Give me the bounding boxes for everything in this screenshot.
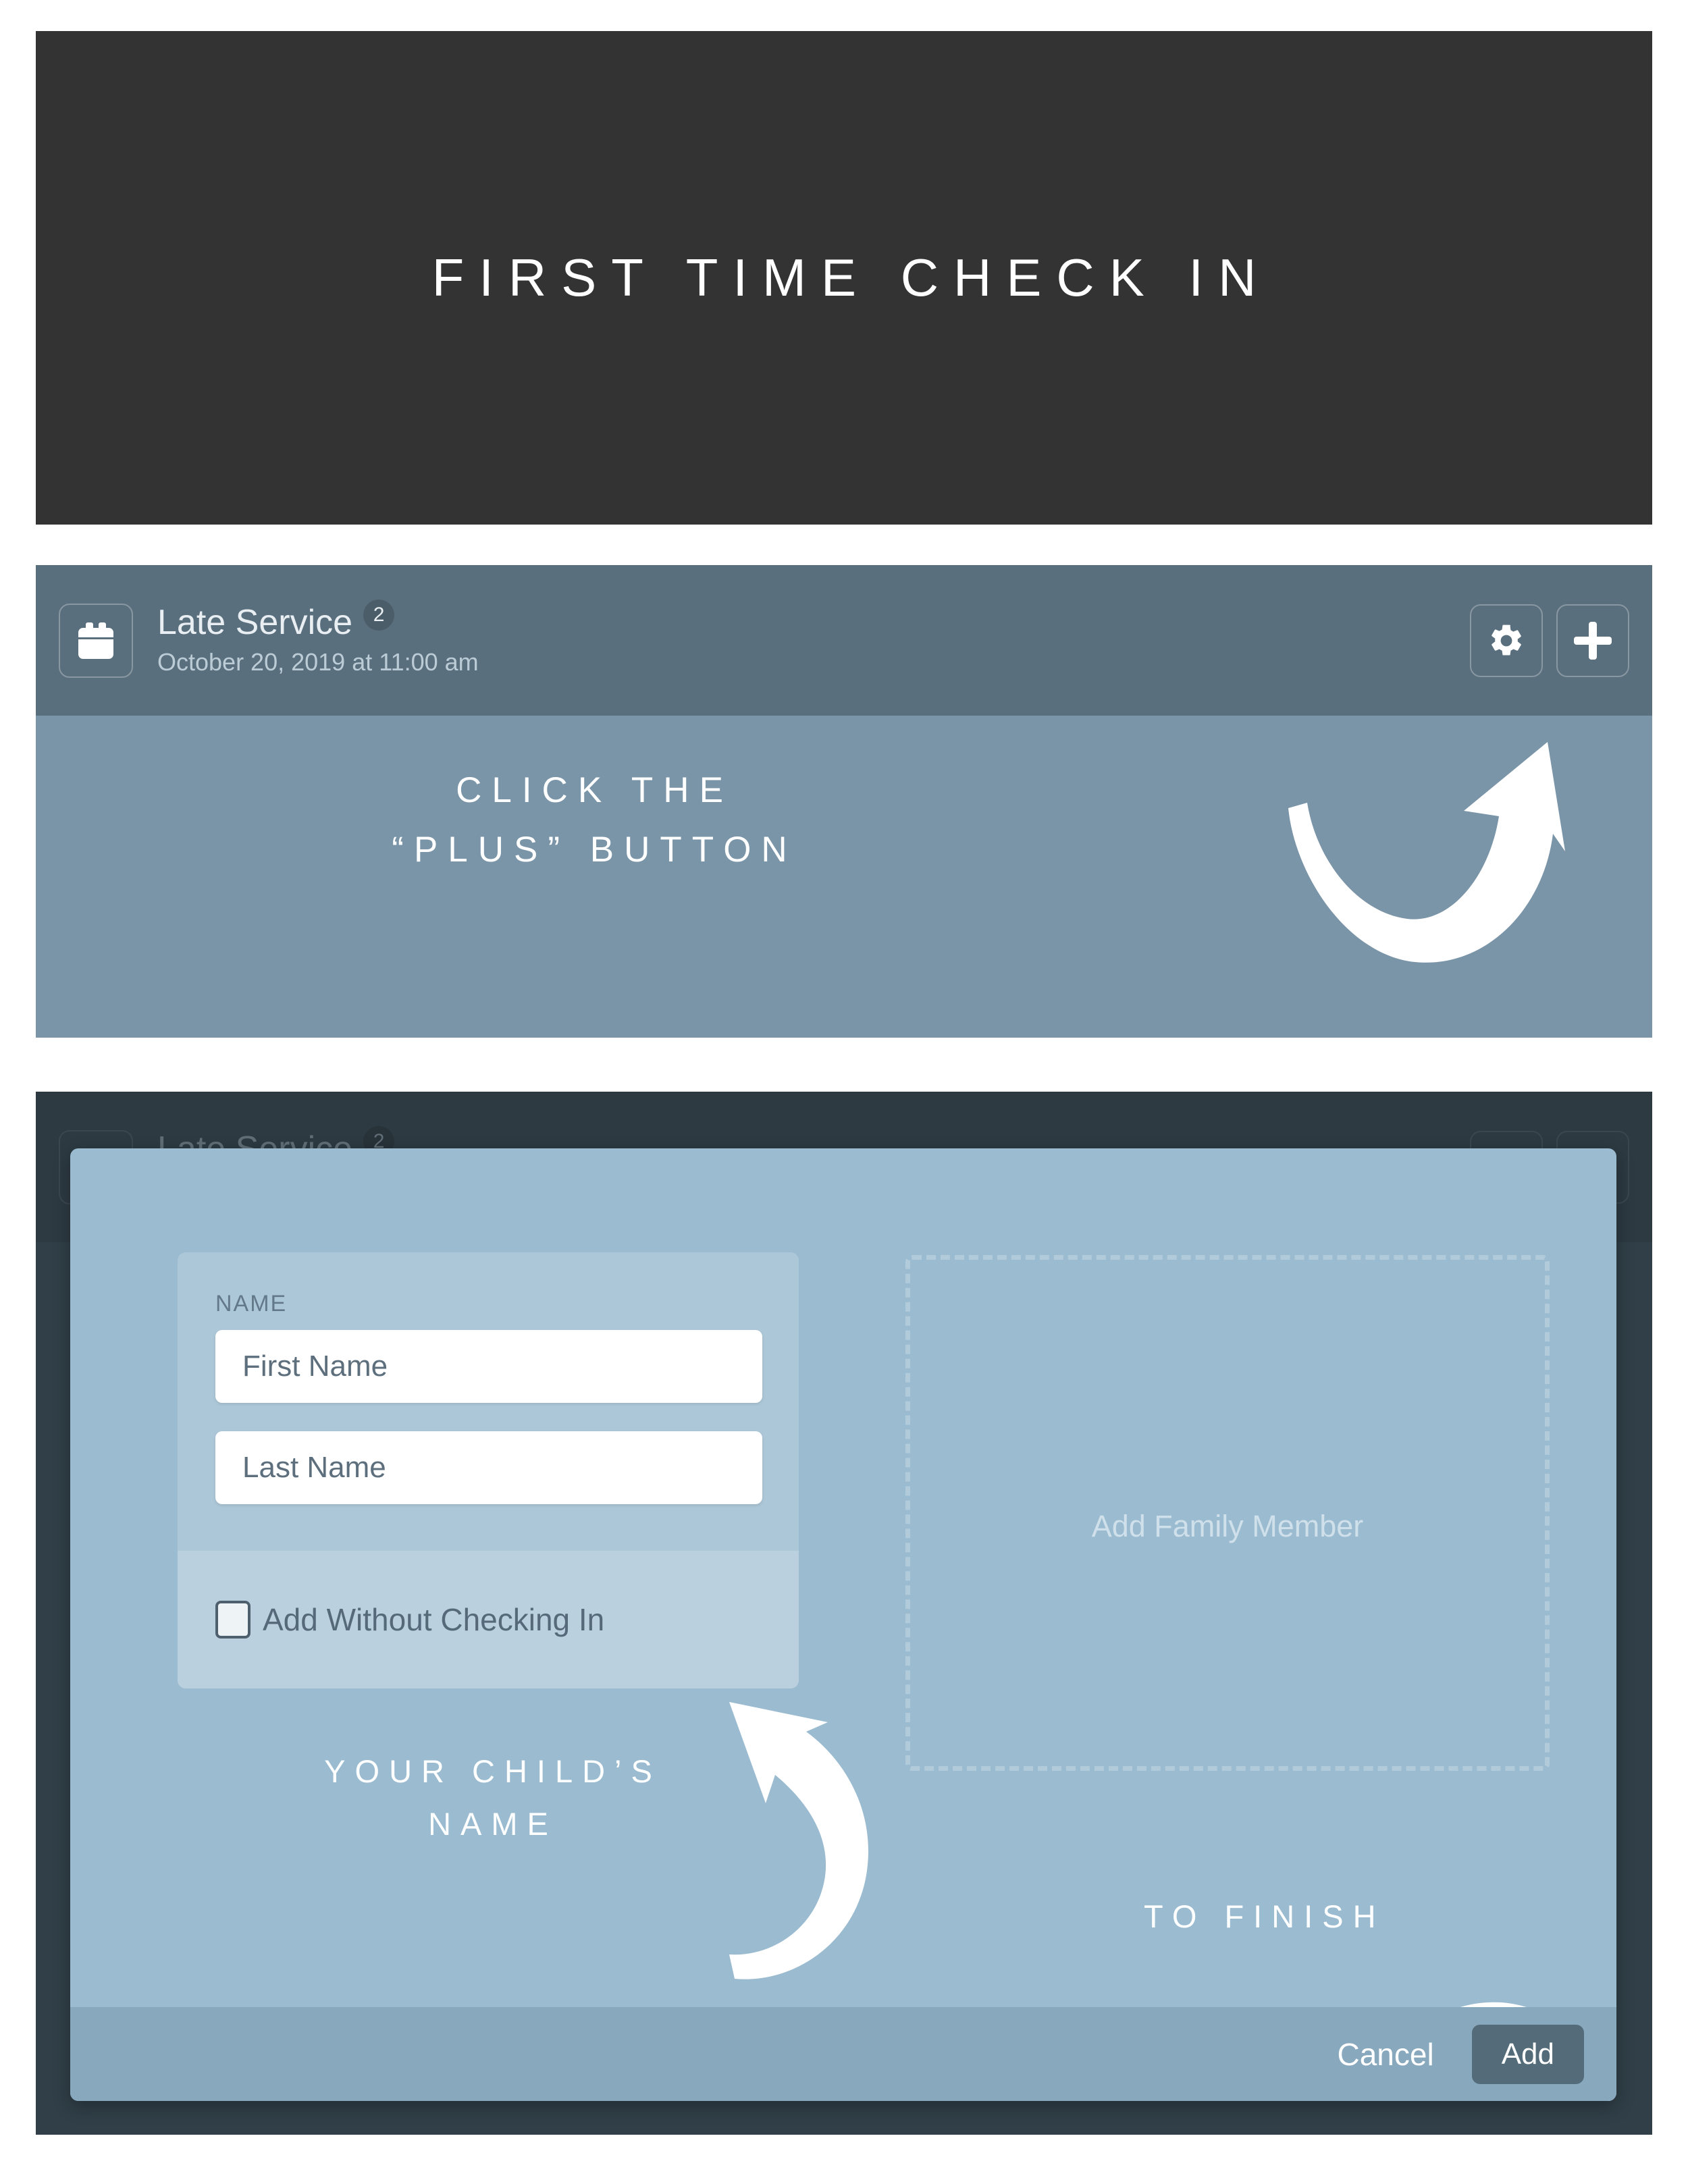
last-name-input[interactable]: Last Name [215, 1431, 762, 1504]
add-confirm-button[interactable]: Add [1471, 2024, 1584, 2084]
service-info: Late Service 2 October 20, 2019 at 11:00… [157, 599, 479, 676]
add-family-member-label: Add Family Member [1091, 1509, 1364, 1543]
modal-footer: Cancel Add [70, 2007, 1616, 2101]
add-without-checking-in-label: Add Without Checking In [263, 1602, 605, 1637]
child-name-instruction-line-2: NAME [428, 1806, 558, 1842]
first-name-input[interactable]: First Name [215, 1330, 762, 1403]
title-banner: FIRST TIME CHECK IN [36, 31, 1652, 525]
step-add-child-panel: Late Service 2 October 20, 2019 at 11:00… [36, 1092, 1652, 2135]
add-button[interactable] [1556, 604, 1629, 677]
add-person-modal: NAME First Name Last Name Add Without Ch… [70, 1148, 1616, 2101]
name-form-card: NAME First Name Last Name Add Without Ch… [178, 1252, 799, 1688]
modal-body: NAME First Name Last Name Add Without Ch… [70, 1148, 1616, 2101]
service-name: Late Service [157, 602, 353, 642]
add-family-member-dropzone[interactable]: Add Family Member [905, 1255, 1550, 1771]
page-title: FIRST TIME CHECK IN [431, 248, 1271, 307]
finish-instruction: TO FINISH [1144, 1898, 1386, 1934]
settings-button[interactable] [1470, 604, 1543, 677]
calendar-button[interactable] [59, 603, 133, 678]
gear-icon [1492, 624, 1521, 656]
child-name-instruction-line-1: YOUR CHILD’S [324, 1753, 662, 1789]
add-without-checking-in-checkbox[interactable] [215, 1601, 250, 1639]
click-instruction-line-2: “PLUS” BUTTON [392, 829, 797, 870]
step-click-plus-panel: Late Service 2 October 20, 2019 at 11:00… [36, 565, 1652, 1038]
plus-icon [1574, 621, 1612, 660]
service-date: October 20, 2019 at 11:00 am [157, 647, 479, 676]
add-without-checking-in-row[interactable]: Add Without Checking In [178, 1551, 799, 1688]
service-count-badge: 2 [363, 599, 395, 631]
cancel-button[interactable]: Cancel [1338, 2036, 1434, 2073]
app-header: Late Service 2 October 20, 2019 at 11:00… [36, 565, 1652, 716]
click-instruction: CLICK THE “PLUS” BUTTON [36, 761, 1143, 880]
click-instruction-line-1: CLICK THE [456, 770, 733, 810]
child-name-instruction: YOUR CHILD’S NAME [178, 1745, 799, 1850]
calendar-icon [78, 622, 113, 659]
name-section-label: NAME [215, 1291, 288, 1316]
